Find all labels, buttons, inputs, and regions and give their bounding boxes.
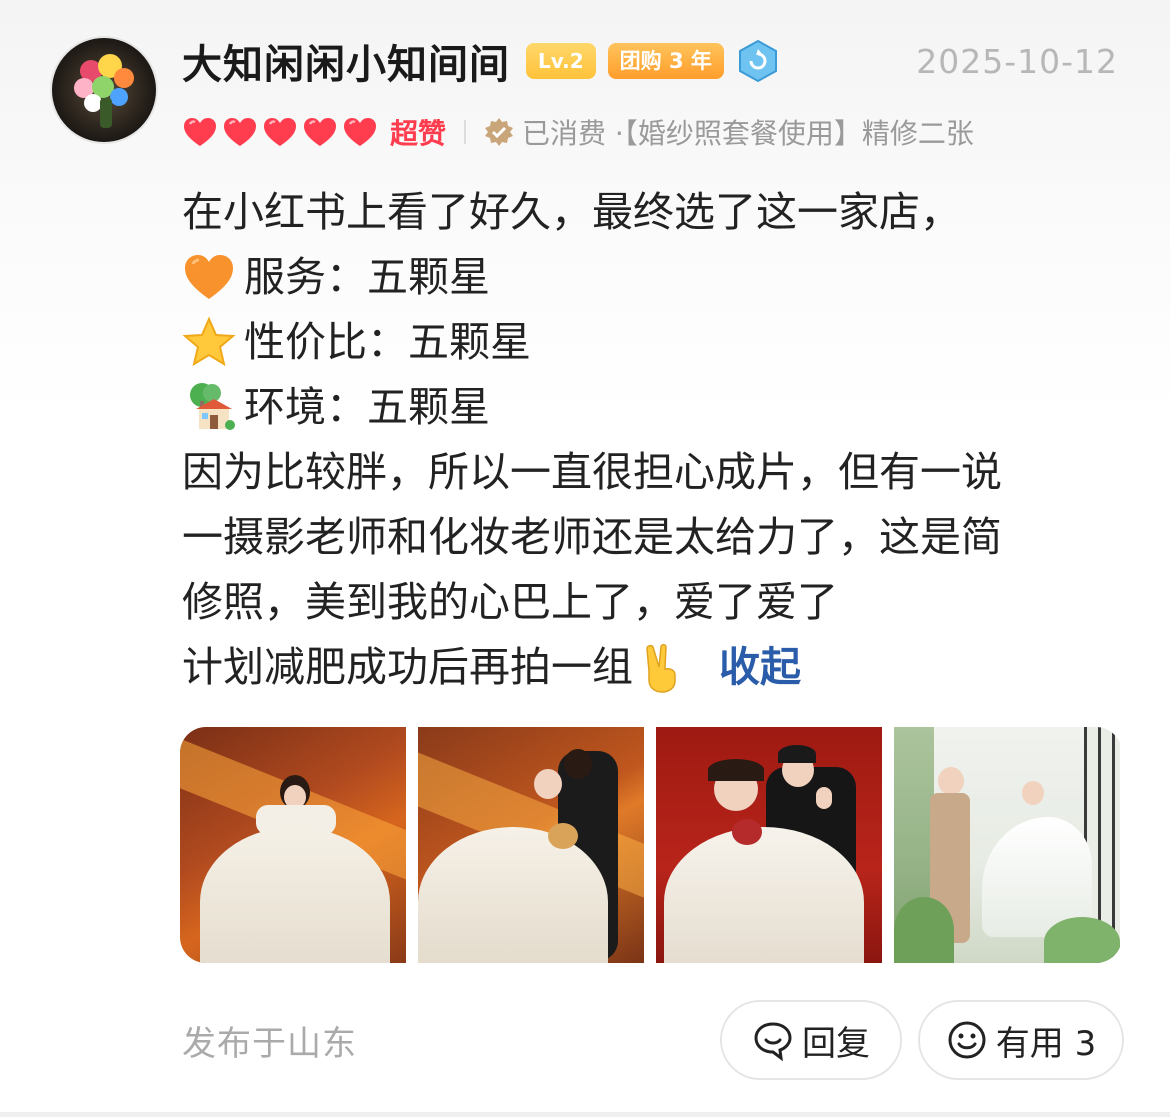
review-line-text: 计划减肥成功后再拍一组	[182, 643, 633, 691]
victory-hand-icon	[646, 643, 676, 693]
photo-gallery	[180, 727, 1122, 963]
environment-rating: 环境：五颗星	[244, 383, 490, 431]
rating-label: 超赞	[390, 117, 447, 150]
review-line: 修照，美到我的心巴上了，爱了爱了	[182, 578, 838, 626]
hexagon-badge-icon	[738, 39, 778, 83]
post-date: 2025-10-12	[916, 42, 1118, 81]
location-text: 发布于山东	[182, 1024, 357, 1064]
speech-bubble-icon	[754, 1022, 792, 1061]
photo-thumbnail[interactable]	[418, 727, 644, 963]
level-badge: Lv.2	[526, 43, 596, 79]
service-rating: 服务：五颗星	[244, 253, 490, 301]
heart-rating	[182, 116, 378, 148]
review-line: 在小红书上看了好久，最终选了这一家店，	[182, 188, 961, 236]
divider	[0, 1112, 1170, 1117]
useful-label: 有用 3	[995, 1023, 1097, 1064]
username[interactable]: 大知闲闲小知间间	[182, 32, 510, 90]
review-line-environment: 环境：五颗星	[182, 375, 1122, 440]
heart-icon	[344, 118, 376, 146]
heart-icon	[264, 118, 296, 146]
consumed-info[interactable]: 已消费 ·【婚纱照套餐使用】精修二张	[522, 112, 974, 152]
tuangou-badge: 团购 3 年	[607, 43, 724, 79]
house-with-garden-icon	[190, 382, 235, 430]
review-line-value: 性价比：五颗星	[182, 310, 1122, 375]
verified-consumed-icon	[485, 118, 514, 146]
review-line: 因为比较胖，所以一直很担心成片，但有一说	[182, 448, 1002, 496]
photo-thumbnail[interactable]	[894, 727, 1120, 963]
photo-thumbnail[interactable]	[656, 727, 882, 963]
value-rating: 性价比：五颗星	[244, 318, 531, 366]
reply-label: 回复	[802, 1023, 870, 1064]
review-text: 在小红书上看了好久，最终选了这一家店， 服务：五颗星 性价比：五颗星 环境：五颗…	[182, 180, 1122, 700]
useful-button[interactable]: 有用 3	[918, 1000, 1124, 1080]
orange-heart-icon	[185, 254, 233, 299]
review-line: 一摄影老师和化妆老师还是太给力了，这是简	[182, 513, 1002, 561]
review-line-last: 计划减肥成功后再拍一组 收起	[182, 635, 1122, 700]
user-header: 大知闲闲小知间间 Lv.2 团购 3 年	[182, 36, 778, 88]
review-line-service: 服务：五颗星	[182, 245, 1122, 310]
rating-row: 超赞 已消费 ·【婚纱照套餐使用】精修二张	[182, 112, 974, 152]
star-icon	[182, 316, 236, 366]
collapse-link[interactable]: 收起	[719, 635, 801, 700]
divider	[464, 120, 467, 144]
heart-icon	[304, 118, 336, 146]
photo-thumbnail[interactable]	[180, 727, 406, 963]
heart-icon	[184, 118, 216, 146]
heart-icon	[224, 118, 256, 146]
reply-button[interactable]: 回复	[720, 1000, 902, 1080]
smile-face-icon	[948, 1021, 986, 1059]
avatar[interactable]	[50, 36, 158, 144]
